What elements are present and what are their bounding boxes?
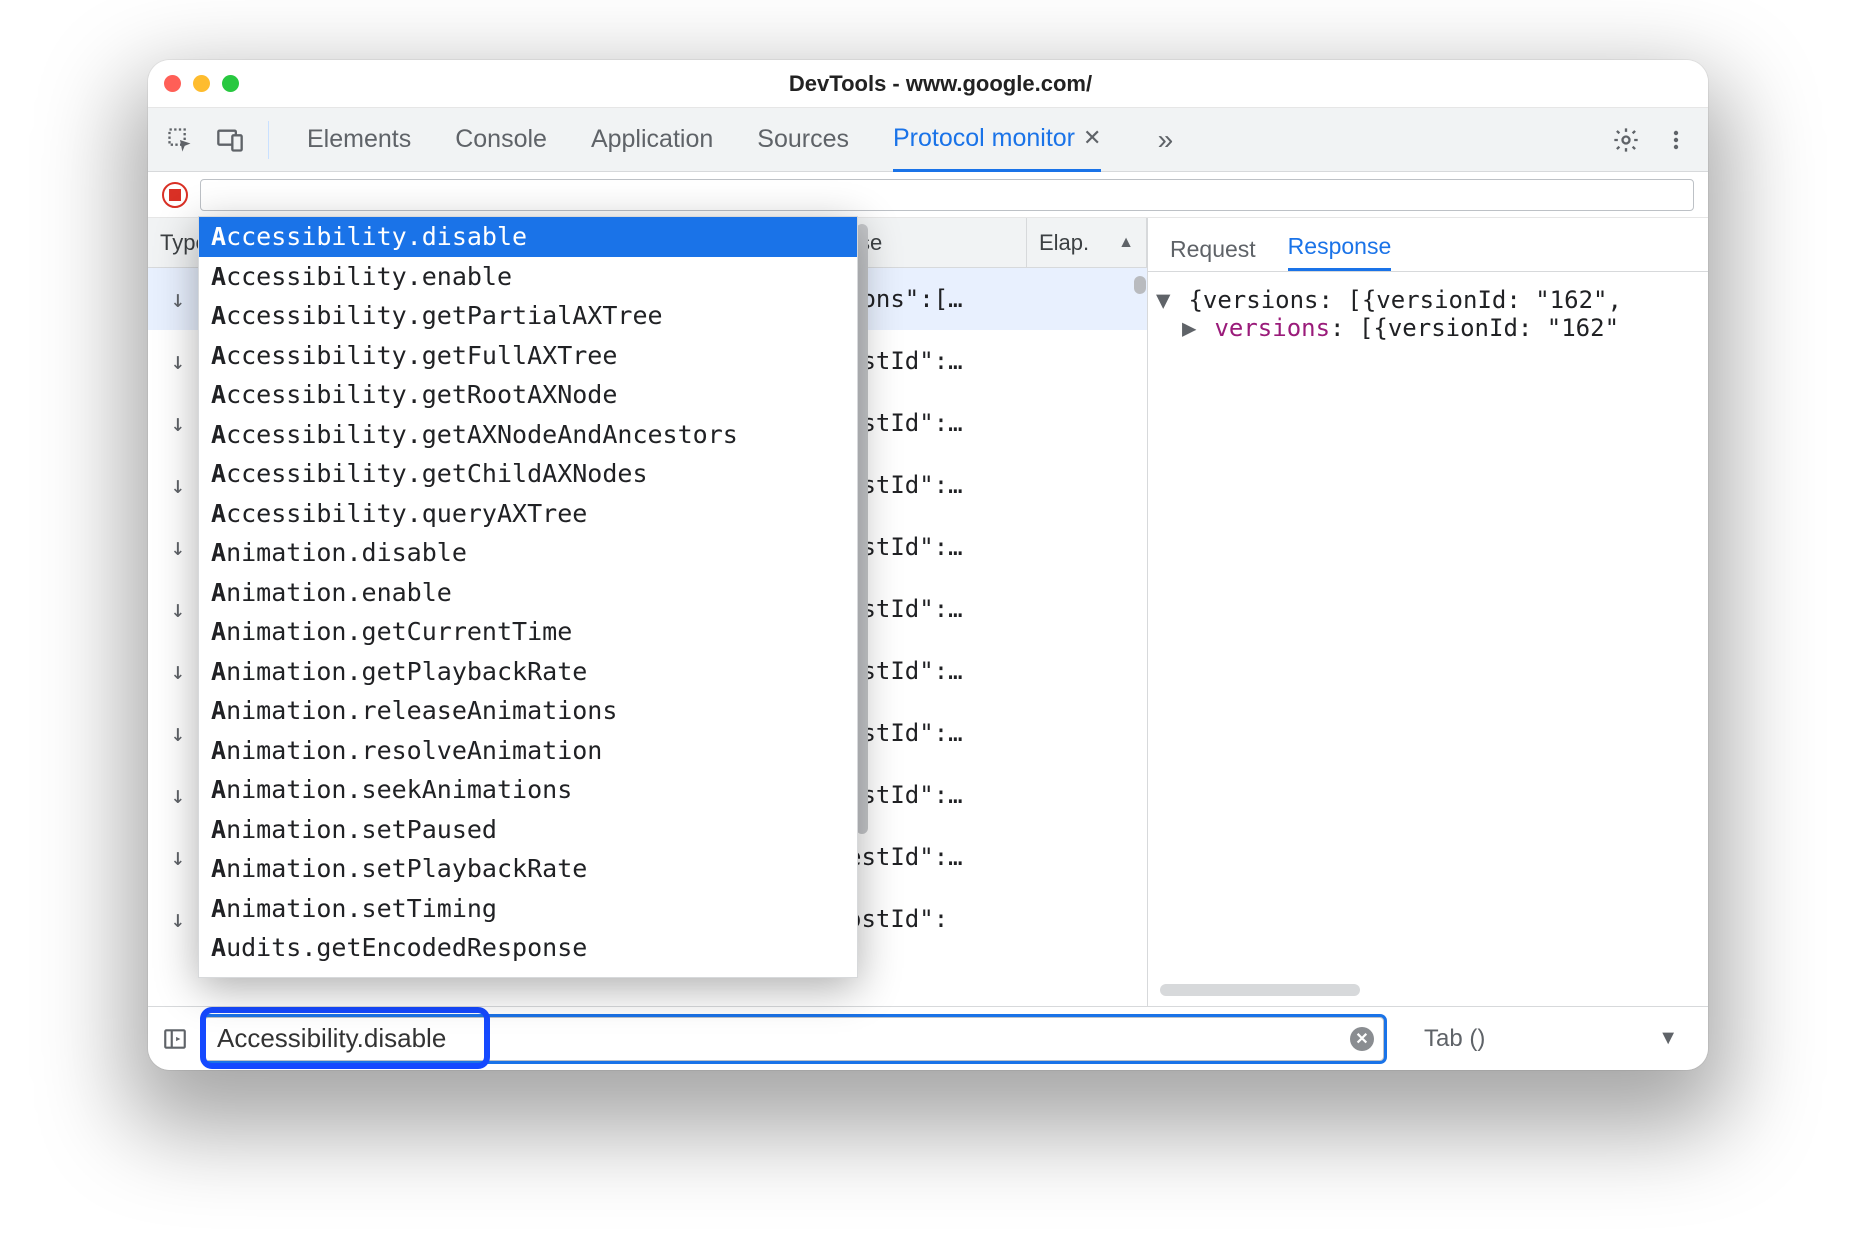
titlebar: DevTools - www.google.com/ <box>148 60 1708 108</box>
tree-root[interactable]: ▼ {versions: [{versionId: "162", <box>1156 286 1700 314</box>
autocomplete-item[interactable]: Animation.seekAnimations <box>199 770 857 810</box>
autocomplete-item[interactable]: Accessibility.getChildAXNodes <box>199 454 857 494</box>
autocomplete-item[interactable]: Animation.getCurrentTime <box>199 612 857 652</box>
toolbar-separator <box>268 121 269 159</box>
devtools-window: DevTools - www.google.com/ Elements Cons… <box>148 60 1708 1070</box>
horizontal-scrollbar[interactable] <box>1160 984 1696 1000</box>
response-cell: estId":… <box>847 533 1147 561</box>
filter-input[interactable] <box>200 179 1694 211</box>
autocomplete-item[interactable]: Accessibility.getFullAXTree <box>199 336 857 376</box>
window-title: DevTools - www.google.com/ <box>189 71 1692 97</box>
drawer-toggle-icon[interactable] <box>158 1022 192 1056</box>
response-cell: estId":… <box>847 471 1147 499</box>
close-window-button[interactable] <box>164 75 181 92</box>
tab-application[interactable]: Application <box>591 108 713 172</box>
overflow-tabs-icon[interactable]: » <box>1145 120 1185 160</box>
tab-protocol-monitor[interactable]: Protocol monitor ✕ <box>893 108 1101 172</box>
autocomplete-item[interactable]: Accessibility.getRootAXNode <box>199 375 857 415</box>
autocomplete-item[interactable]: Animation.enable <box>199 573 857 613</box>
tab-hint: Tab () <box>1424 1025 1485 1053</box>
autocomplete-item[interactable]: Accessibility.queryAXTree <box>199 494 857 534</box>
tab-console[interactable]: Console <box>455 108 547 172</box>
tab-elements[interactable]: Elements <box>307 108 411 172</box>
col-response[interactable]: se <box>847 218 1027 267</box>
autocomplete-item[interactable]: Animation.setPaused <box>199 810 857 850</box>
autocomplete-item[interactable]: Accessibility.enable <box>199 257 857 297</box>
command-bar: ✕ Tab () ▼ <box>148 1006 1708 1070</box>
response-cell: estId":… <box>847 843 1147 871</box>
col-elapsed[interactable]: Elap. ▲ <box>1027 218 1147 267</box>
response-cell: ostId": <box>847 905 1147 933</box>
main-toolbar: Elements Console Application Sources Pro… <box>148 108 1708 172</box>
tab-sources[interactable]: Sources <box>757 108 849 172</box>
autocomplete-item[interactable]: Animation.setTiming <box>199 889 857 929</box>
panel-tabs: Elements Console Application Sources Pro… <box>287 108 1185 172</box>
response-cell: estId":… <box>847 657 1147 685</box>
record-button[interactable] <box>162 182 188 208</box>
inspect-icon[interactable] <box>160 120 200 160</box>
tab-response[interactable]: Response <box>1288 233 1392 271</box>
autocomplete-item[interactable]: Animation.getPlaybackRate <box>199 652 857 692</box>
autocomplete-popup: Accessibility.disableAccessibility.enabl… <box>198 216 858 978</box>
response-cell: estId":… <box>847 347 1147 375</box>
command-input[interactable] <box>204 1017 1384 1061</box>
dropdown-caret-icon[interactable]: ▼ <box>1658 1027 1678 1050</box>
device-toggle-icon[interactable] <box>210 120 250 160</box>
caret-down-icon[interactable]: ▼ <box>1156 286 1174 314</box>
detail-tabs: Request Response <box>1148 218 1708 272</box>
response-body: ▼ {versions: [{versionId: "162", ▶ versi… <box>1148 272 1708 1006</box>
autocomplete-item[interactable]: Animation.disable <box>199 533 857 573</box>
response-cell: estId":… <box>847 719 1147 747</box>
tab-request[interactable]: Request <box>1170 236 1256 271</box>
autocomplete-item[interactable]: Audits.disable <box>199 968 857 978</box>
response-cell: estId":… <box>847 781 1147 809</box>
sort-asc-icon: ▲ <box>1118 234 1134 252</box>
response-cell: estId":… <box>847 595 1147 623</box>
response-cell: ions":[… <box>847 285 1147 313</box>
autocomplete-item[interactable]: Animation.releaseAnimations <box>199 691 857 731</box>
detail-panel: Request Response ▼ {versions: [{versionI… <box>1148 218 1708 1006</box>
filter-bar <box>148 172 1708 218</box>
autocomplete-item[interactable]: Accessibility.getPartialAXTree <box>199 296 857 336</box>
autocomplete-item[interactable]: Animation.setPlaybackRate <box>199 849 857 889</box>
autocomplete-item[interactable]: Accessibility.getAXNodeAndAncestors <box>199 415 857 455</box>
tree-child[interactable]: ▶ versions: [{versionId: "162" <box>1156 314 1700 342</box>
autocomplete-item[interactable]: Audits.getEncodedResponse <box>199 928 857 968</box>
autocomplete-item[interactable]: Accessibility.disable <box>199 217 857 257</box>
autocomplete-item[interactable]: Animation.resolveAnimation <box>199 731 857 771</box>
popup-scrollbar[interactable] <box>856 224 870 844</box>
kebab-icon[interactable] <box>1656 120 1696 160</box>
close-tab-icon[interactable]: ✕ <box>1083 125 1101 151</box>
gear-icon[interactable] <box>1606 120 1646 160</box>
response-cell: estId":… <box>847 409 1147 437</box>
clear-input-icon[interactable]: ✕ <box>1350 1027 1374 1051</box>
caret-right-icon[interactable]: ▶ <box>1182 314 1200 342</box>
